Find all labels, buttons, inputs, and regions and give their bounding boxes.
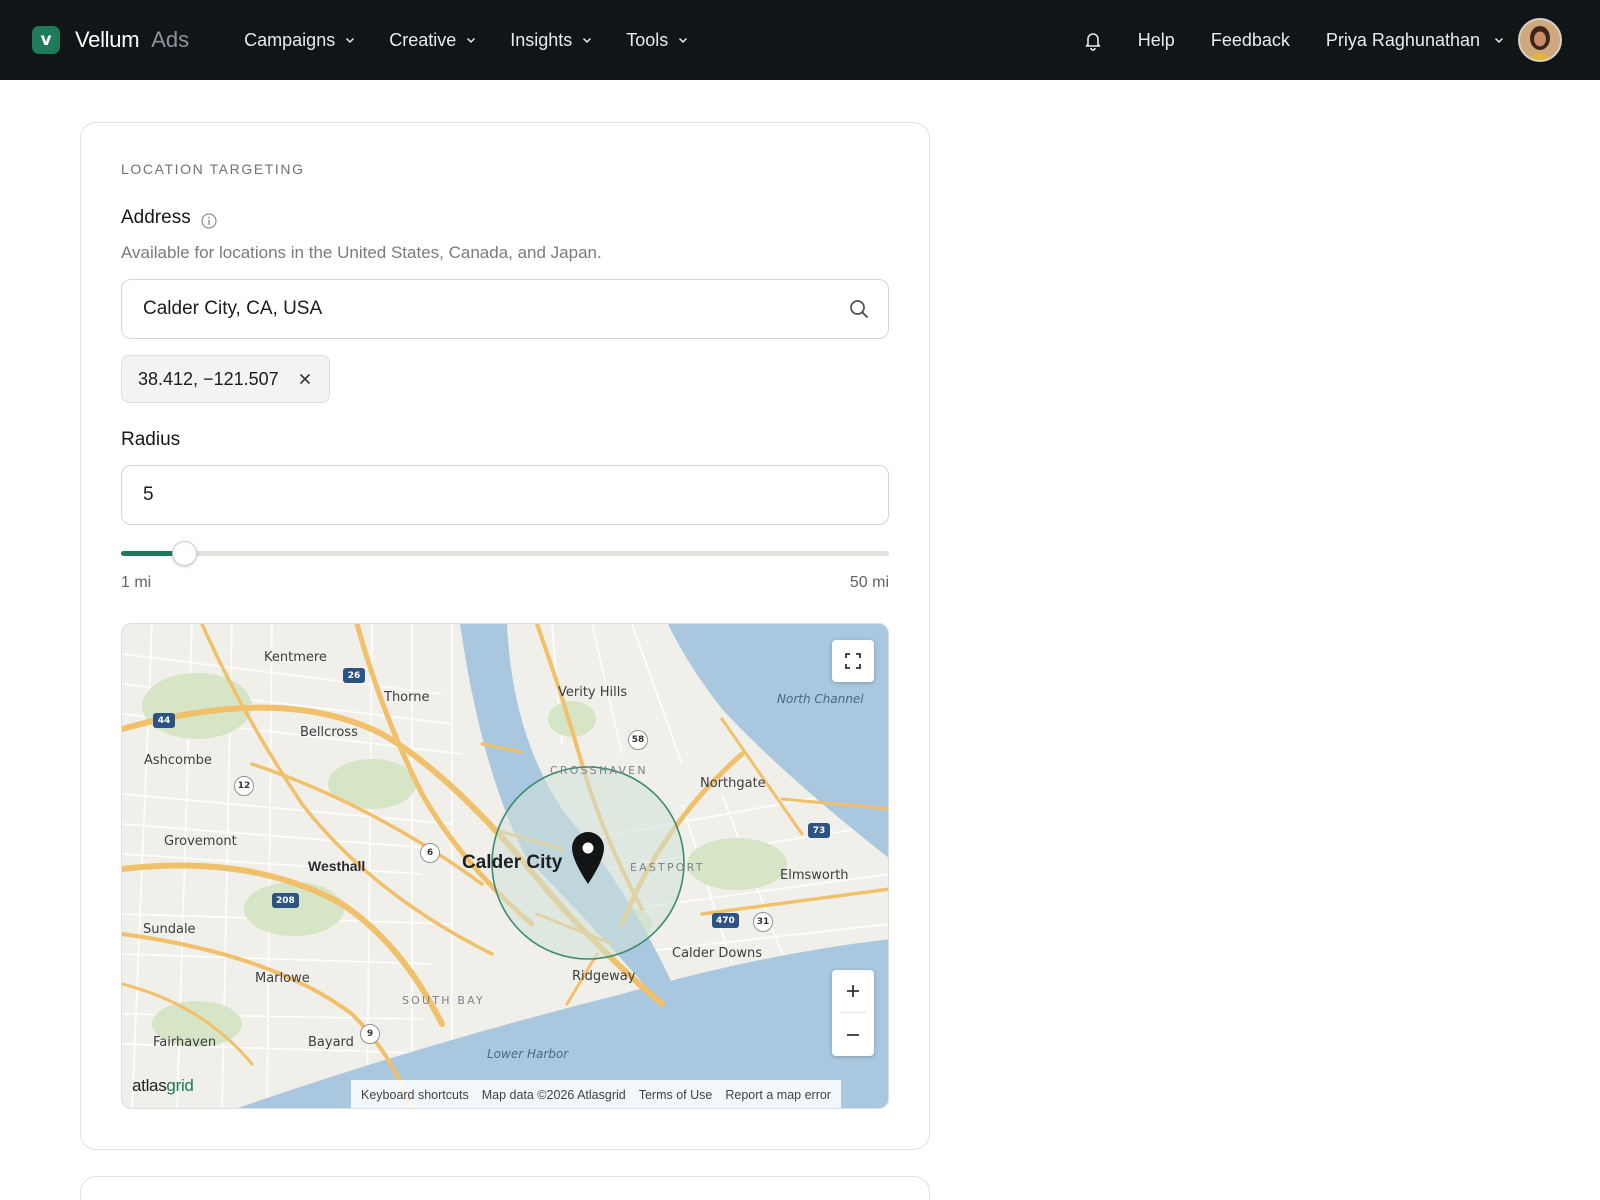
map-provider-logo[interactable]: atlasgrid [132, 1076, 194, 1096]
place-label: Thorne [384, 690, 430, 705]
fullscreen-icon [845, 653, 861, 669]
logo-part-a: atlas [132, 1076, 167, 1095]
chevron-down-icon [346, 37, 355, 44]
place-label: Bayard [308, 1035, 354, 1050]
place-label: Fairhaven [153, 1035, 217, 1050]
highway-shield: 208 [272, 893, 299, 908]
highway-shield: 470 [712, 913, 739, 928]
plus-icon [847, 985, 859, 997]
route-marker: 6 [420, 843, 440, 863]
address-search-input[interactable] [121, 279, 889, 339]
place-label: Calder Downs [672, 946, 762, 961]
terms-of-use-link[interactable]: Terms of Use [639, 1088, 713, 1102]
avatar[interactable] [1518, 18, 1562, 62]
place-label: Elmsworth [780, 868, 849, 883]
section-title: LOCATION TARGETING [121, 161, 305, 177]
keyboard-shortcuts-link[interactable]: Keyboard shortcuts [361, 1088, 469, 1102]
place-label: Bellcross [300, 725, 358, 740]
district-label: SOUTH BAY [402, 994, 485, 1007]
nav-tools[interactable]: Tools [626, 30, 688, 51]
map-data-credit: Map data ©2026 Atlasgrid [481, 1088, 626, 1102]
slider-min-label: 1 mi [121, 574, 152, 591]
water-label: North Channel [777, 692, 864, 706]
nav-creative-label: Creative [389, 29, 457, 50]
city-label: Calder City [462, 852, 563, 873]
next-section-card [80, 1176, 930, 1200]
radius-input[interactable] [121, 465, 889, 525]
zoom-in-button[interactable] [832, 970, 874, 1012]
brand-name: Vellum [75, 27, 140, 52]
zoom-out-button[interactable] [832, 1014, 874, 1056]
place-label: Westhall [308, 858, 366, 874]
top-nav: v Vellum Ads Campaigns Creative Insights… [0, 0, 1600, 80]
bell-icon[interactable] [1082, 29, 1104, 51]
radius-slider[interactable] [121, 541, 889, 566]
chevron-down-icon[interactable] [1494, 35, 1504, 45]
highway-shield: 44 [153, 713, 175, 728]
place-label: Marlowe [255, 971, 310, 986]
feedback-link[interactable]: Feedback [1211, 30, 1290, 51]
remove-chip-close-icon[interactable] [299, 373, 311, 385]
radius-slider-handle[interactable] [172, 541, 197, 566]
place-label: Ashcombe [144, 753, 212, 768]
fullscreen-button[interactable] [832, 640, 874, 682]
place-label: Grovemont [164, 834, 237, 849]
route-marker: 12 [234, 776, 254, 796]
water-label: Lower Harbor [487, 1047, 569, 1061]
nav-campaigns[interactable]: Campaigns [244, 30, 355, 51]
nav-right: Help Feedback Priya Raghunathan [1082, 18, 1562, 62]
chevron-down-icon [467, 37, 476, 44]
vellum-logo-icon: v [32, 26, 60, 54]
info-icon[interactable] [201, 213, 217, 229]
brand[interactable]: v Vellum Ads [32, 26, 189, 54]
coordinates-chip-label: 38.412, −121.507 [138, 368, 279, 389]
main-menu: Campaigns Creative Insights Tools [244, 30, 722, 51]
route-marker: 58 [628, 730, 648, 750]
place-label: Ridgeway [572, 969, 636, 984]
nav-creative[interactable]: Creative [389, 30, 476, 51]
chevron-down-icon [679, 37, 688, 44]
nav-campaigns-label: Campaigns [244, 29, 336, 50]
avatar-portrait-icon [1520, 20, 1560, 60]
place-label: Sundale [143, 922, 196, 937]
nav-insights-label: Insights [510, 29, 573, 50]
highway-shield: 73 [808, 823, 830, 838]
location-targeting-card: LOCATION TARGETING Address Available for… [80, 122, 930, 1150]
highway-shield: 26 [343, 668, 365, 683]
zoom-controls [832, 970, 874, 1056]
minus-icon [847, 1034, 859, 1036]
report-map-error-link[interactable]: Report a map error [725, 1088, 831, 1102]
place-label: Verity Hills [558, 685, 628, 700]
map-view[interactable]: Kentmere Thorne Verity Hills Bellcross A… [121, 623, 889, 1109]
help-link[interactable]: Help [1138, 30, 1175, 51]
user-menu-name[interactable]: Priya Raghunathan [1326, 30, 1480, 51]
place-label: Kentmere [264, 650, 327, 665]
address-label: Address [121, 207, 191, 228]
place-label: Northgate [700, 776, 766, 791]
map-attribution: Keyboard shortcuts Map data ©2026 Atlasg… [351, 1080, 841, 1108]
brand-product: Ads [151, 27, 190, 52]
chevron-down-icon [583, 37, 592, 44]
coordinates-chip: 38.412, −121.507 [121, 355, 330, 403]
search-icon[interactable] [849, 299, 869, 319]
route-marker: 9 [360, 1024, 380, 1044]
address-helper-text: Available for locations in the United St… [121, 243, 602, 262]
district-label: EASTPORT [630, 861, 705, 874]
route-marker: 31 [753, 912, 773, 932]
nav-tools-label: Tools [626, 29, 669, 50]
logo-part-b: grid [166, 1076, 194, 1095]
district-label: CROSSHAVEN [550, 764, 648, 777]
nav-insights[interactable]: Insights [510, 30, 592, 51]
radius-label: Radius [121, 429, 181, 450]
zoom-divider [840, 1012, 866, 1013]
slider-max-label: 50 mi [849, 574, 889, 591]
